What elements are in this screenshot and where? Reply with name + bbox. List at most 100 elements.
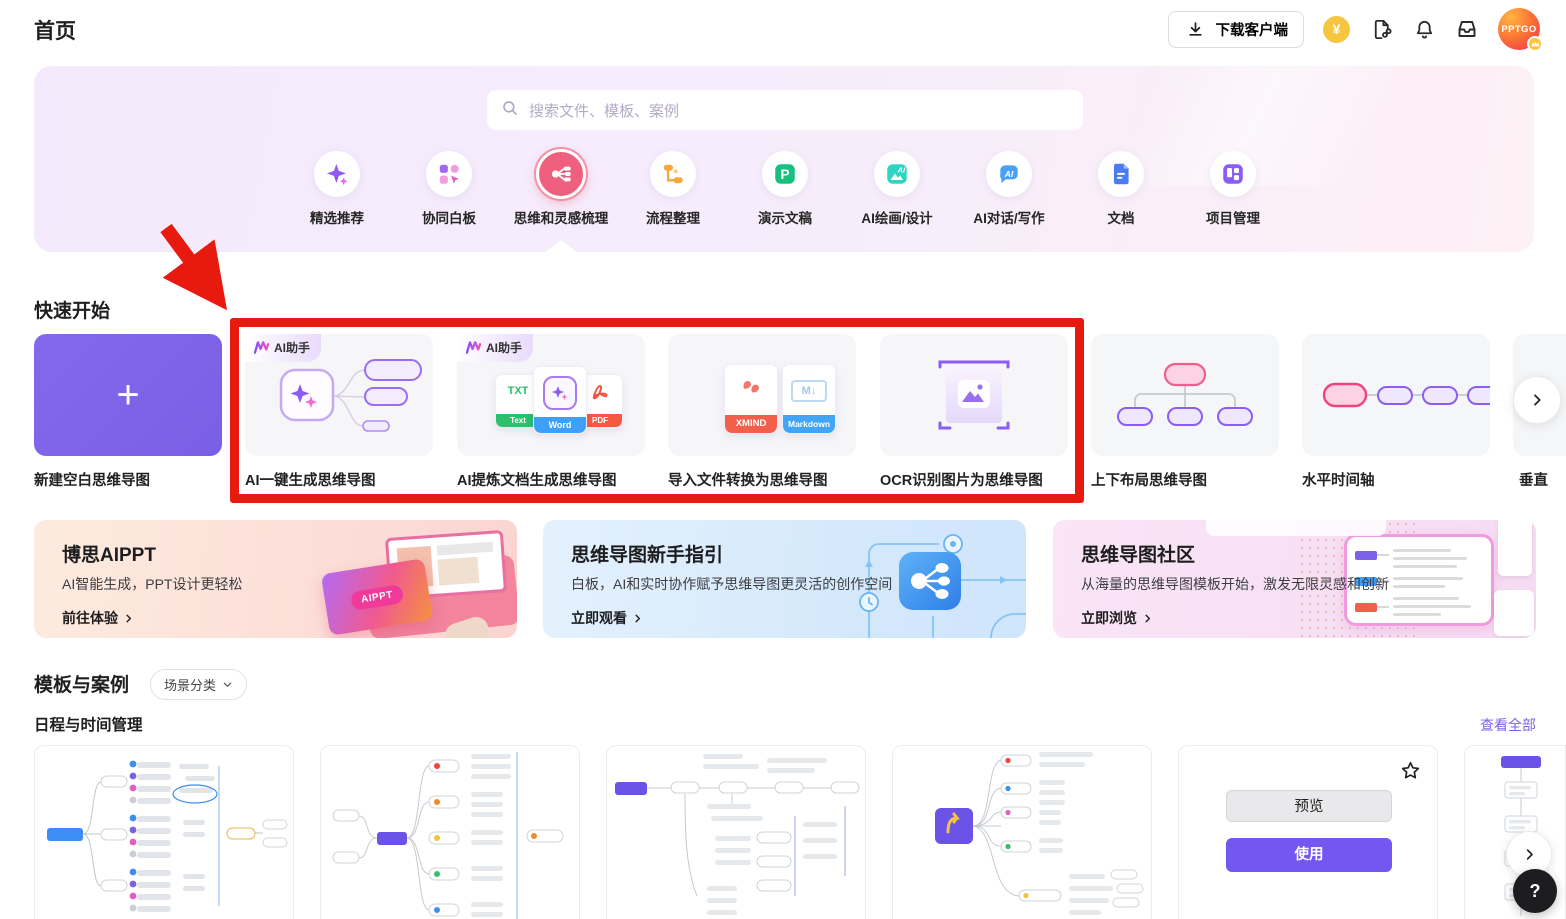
aippt-illustration: AIPPT: [317, 528, 517, 638]
ai-assistant-badge: AI助手: [457, 334, 534, 362]
download-client-button[interactable]: 下载客户端: [1167, 10, 1304, 48]
word-file-icon: Word: [533, 366, 587, 434]
mindmap-thumbnail: [935, 752, 1144, 915]
inbox-icon[interactable]: [1455, 17, 1479, 41]
avatar[interactable]: PPTGO: [1498, 8, 1543, 52]
promo-title: 思维导图新手指引: [571, 545, 724, 566]
document-icon: [1098, 151, 1144, 197]
ai-badge-label: AI助手: [274, 341, 311, 355]
coin-icon[interactable]: ¥: [1323, 15, 1350, 43]
quickstart-new-blank-card[interactable]: + 新建空白思维导图: [34, 334, 222, 490]
aippt-card-label: AIPPT: [349, 583, 405, 611]
promo-cta-label: 立即浏览: [1081, 610, 1137, 626]
promo-title: 思维导图社区: [1081, 545, 1196, 566]
promo-cta[interactable]: 立即观看: [571, 608, 643, 628]
flowchart-icon: [650, 151, 696, 197]
timeline-illustration: [1322, 382, 1490, 408]
preview-button[interactable]: 预览: [1226, 790, 1392, 822]
ai-assistant-badge: AI助手: [245, 334, 322, 362]
scene-filter-label: 场景分类: [164, 678, 217, 693]
header-actions: 下载客户端 ¥ PPTGO: [1167, 8, 1543, 52]
quickstart-next-button[interactable]: [1513, 376, 1561, 424]
markdown-tag: Markdown: [783, 415, 835, 433]
avatar-label: PPTGO: [1501, 23, 1537, 35]
template-card[interactable]: [892, 745, 1152, 919]
chevron-down-icon: [223, 682, 232, 687]
word-tag: Word: [534, 417, 586, 433]
category-flowchart[interactable]: 流程整理: [617, 151, 729, 227]
category-label: 思维和灵感梳理: [513, 211, 609, 226]
template-card[interactable]: [606, 745, 866, 919]
hero-banner: 搜索文件、模板、案例 精选推荐 协同白板 思维和灵感梳理 流程整理 P 演示文稿…: [34, 66, 1534, 252]
svg-text:P: P: [780, 167, 789, 182]
category-label: 文档: [1107, 211, 1135, 226]
quick-start-title: 快速开始: [34, 301, 111, 322]
ai-badge-label: AI助手: [486, 341, 523, 355]
promo-guide-banner[interactable]: 思维导图新手指引 白板，AI和实时协作赋予思维导图更灵活的创作空间 立即观看: [543, 520, 1026, 638]
xmind-file-icon: XMIND: [724, 364, 778, 434]
scene-filter-dropdown[interactable]: 场景分类: [150, 669, 248, 700]
category-featured[interactable]: 精选推荐: [281, 151, 393, 227]
ai-logo-icon: [466, 341, 481, 354]
category-whiteboard[interactable]: 协同白板: [393, 151, 505, 227]
ai-chat-icon: AI: [986, 151, 1032, 197]
mindmap-icon: [536, 149, 586, 199]
notifications-bell-icon[interactable]: [1412, 17, 1436, 41]
promo-aippt-banner[interactable]: AIPPT 博思AIPPT AI智能生成，PPT设计更轻松 前往体验: [34, 520, 517, 638]
community-thumb-strip: [1206, 520, 1386, 536]
promo-subtitle: AI智能生成，PPT设计更轻松: [62, 576, 243, 592]
share-link-icon[interactable]: [1369, 17, 1393, 41]
markdown-file-icon: M↓ Markdown: [782, 364, 836, 434]
chevron-right-icon: [1526, 848, 1533, 860]
promo-cta[interactable]: 立即浏览: [1081, 608, 1153, 628]
category-label: 项目管理: [1206, 211, 1260, 226]
category-project[interactable]: 项目管理: [1177, 151, 1289, 227]
topdown-illustration: [1117, 362, 1253, 426]
quickstart-ai-document-card[interactable]: AI助手 TXT Text Word PDF AI提炼文档生成思维导图: [457, 334, 645, 490]
markdown-glyph: M↓: [791, 380, 827, 402]
help-button[interactable]: ?: [1513, 869, 1557, 913]
category-mindmap[interactable]: 思维和灵感梳理: [505, 149, 617, 227]
promo-cta-label: 前往体验: [62, 610, 118, 626]
quickstart-timeline-card[interactable]: 水平时间轴: [1302, 334, 1490, 490]
chevron-right-icon: [1145, 614, 1151, 622]
quickstart-ocr-card[interactable]: OCR识别图片为思维导图: [880, 334, 1068, 490]
mindmap-thumbnail: [332, 752, 564, 919]
txt-label: TXT: [507, 385, 529, 397]
promo-subtitle: 从海量的思维导图模板开始，激发无限灵感和创新: [1081, 576, 1389, 592]
promo-community-banner[interactable]: 思维导图社区 从海量的思维导图模板开始，激发无限灵感和创新 立即浏览: [1053, 520, 1536, 638]
template-card[interactable]: [34, 745, 294, 919]
view-all-link[interactable]: 查看全部: [1480, 715, 1536, 735]
promo-cta-label: 立即观看: [571, 610, 627, 626]
quickstart-topdown-card[interactable]: 上下布局思维导图: [1091, 334, 1279, 490]
community-thumb-small: [1498, 520, 1532, 576]
promo-subtitle: 白板，AI和实时协作赋予思维导图更灵活的创作空间: [571, 576, 893, 592]
community-thumb-small: [1494, 590, 1534, 636]
category-presentation[interactable]: P 演示文稿: [729, 151, 841, 227]
svg-text:AI: AI: [1004, 169, 1014, 179]
chevron-right-icon: [635, 614, 641, 622]
template-card[interactable]: [320, 745, 580, 919]
category-document[interactable]: 文档: [1065, 151, 1177, 227]
category-label: AI绘画/设计: [861, 211, 933, 226]
xmind-tag: XMIND: [725, 415, 777, 433]
quickstart-card-label: 水平时间轴: [1302, 473, 1375, 489]
quickstart-ai-generate-card[interactable]: AI助手 AI一键生成思维导图: [245, 334, 433, 490]
quickstart-card-label: 新建空白思维导图: [34, 473, 150, 489]
category-ai-design[interactable]: AI AI绘画/设计: [841, 151, 953, 227]
category-ai-chat[interactable]: AI AI对话/写作: [953, 151, 1065, 227]
template-card-hovered[interactable]: 预览 使用: [1178, 745, 1438, 919]
mindmap-thumbnail: [47, 760, 288, 912]
search-input[interactable]: 搜索文件、模板、案例: [487, 90, 1083, 130]
favorite-star-icon[interactable]: [1400, 760, 1421, 786]
category-label: 演示文稿: [758, 211, 812, 226]
promo-title: 博思AIPPT: [62, 545, 156, 566]
whiteboard-icon: [426, 151, 472, 197]
kanban-icon: [1210, 151, 1256, 197]
use-button[interactable]: 使用: [1226, 838, 1392, 872]
promo-cta[interactable]: 前往体验: [62, 608, 134, 628]
ai-logo-icon: [254, 341, 269, 354]
coin-symbol: ¥: [1332, 21, 1341, 37]
chevron-right-icon: [1534, 394, 1541, 406]
quickstart-import-file-card[interactable]: XMIND M↓ Markdown 导入文件转换为思维导图: [668, 334, 856, 490]
